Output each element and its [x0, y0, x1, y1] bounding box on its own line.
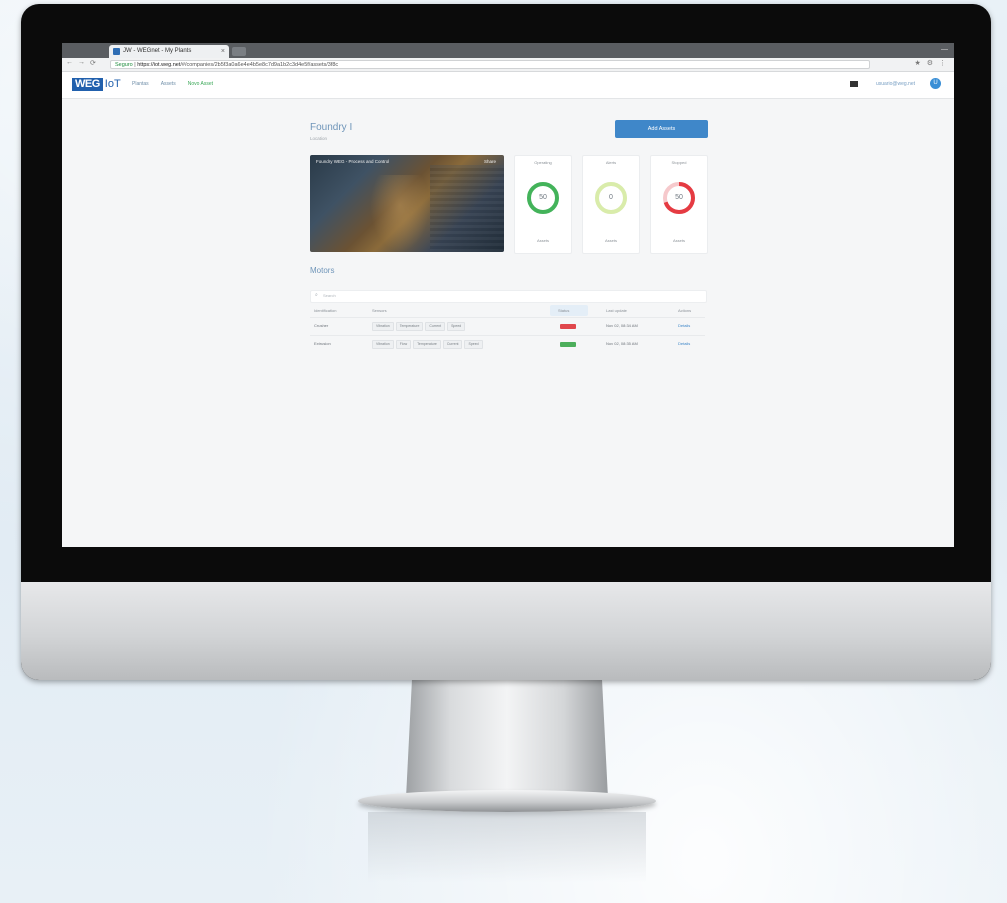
video-player[interactable]: Foundry WEG - Process and Control Share	[310, 155, 504, 252]
secure-label: Seguro	[115, 62, 133, 68]
page-subtitle: Location	[310, 136, 328, 141]
status-badge	[560, 324, 576, 329]
column-header[interactable]: Identification	[314, 308, 336, 313]
top-nav: Plantas Assets Novo Asset	[132, 81, 213, 87]
search-input[interactable]: ⌕ Search	[310, 290, 707, 303]
row-identification: Extrusion	[314, 341, 331, 346]
sensor-tag: Current	[425, 322, 446, 331]
video-caption: Foundry WEG - Process and Control	[316, 159, 390, 164]
logo-suffix: IoT	[104, 78, 121, 90]
nav-item-plants[interactable]: Plantas	[132, 81, 149, 87]
card-value: 50	[539, 194, 547, 201]
stand-reflection	[368, 812, 646, 882]
sensor-tag: Flow	[395, 340, 412, 349]
url-path: /#/companies/2b5f3a0a6e4e4b5e8c7d9a1b2c3…	[180, 62, 339, 68]
avatar[interactable]: U	[930, 78, 941, 89]
browser-address-bar: ← → ⟳ Seguro | https://iot.weg.net/#/com…	[62, 58, 954, 72]
username[interactable]: usuario@weg.net	[876, 81, 915, 87]
stat-card-operating[interactable]: Operating 50 Assets	[514, 155, 572, 254]
card-footer: Assets	[604, 238, 617, 243]
url-input[interactable]: Seguro | https://iot.weg.net/#/companies…	[110, 60, 870, 69]
sensor-tag: Speed	[464, 340, 483, 349]
card-footer: Assets	[536, 238, 549, 243]
sensor-tag: Speed	[447, 322, 466, 331]
details-link[interactable]: Details	[678, 323, 690, 328]
section-title-motors: Motors	[310, 266, 335, 275]
video-frame-structure	[430, 165, 504, 252]
search-icon: ⌕	[315, 292, 318, 298]
details-link[interactable]: Details	[678, 341, 690, 346]
card-title: Alerts	[605, 160, 617, 165]
back-icon[interactable]: ←	[66, 59, 73, 66]
url-domain: https://iot.weg.net	[137, 62, 181, 68]
column-header[interactable]: Sensors	[372, 308, 387, 313]
row-last-update: Nov 02, 08:35 AM	[606, 341, 638, 346]
video-frame-light	[370, 175, 430, 252]
logo-mark: WEG	[72, 78, 103, 91]
logo[interactable]: WEG IoT	[72, 78, 121, 91]
reload-icon[interactable]: ⟳	[90, 59, 96, 67]
card-value: 0	[609, 194, 613, 201]
row-sensor-tags: Vibration Flow Temperature Current Speed	[372, 340, 483, 349]
card-title: Operating	[534, 160, 552, 165]
column-header[interactable]: Actions	[678, 308, 691, 313]
row-last-update: Nov 02, 08:34 AM	[606, 323, 638, 328]
nav-item-new-asset[interactable]: Novo Asset	[188, 81, 213, 87]
sensor-tag: Current	[442, 340, 463, 349]
language-flag-icon[interactable]	[850, 81, 858, 87]
tab-title: JW - WEGnet - My Plants	[123, 48, 192, 54]
stat-card-stopped[interactable]: Stopped 50 Assets	[650, 155, 708, 254]
column-header[interactable]: Last update	[606, 308, 627, 313]
stat-card-alerts[interactable]: Alerts 0 Assets	[582, 155, 640, 254]
browser-tab[interactable]: JW - WEGnet - My Plants ×	[109, 45, 229, 58]
app-header: WEG IoT Plantas Assets Novo Asset usuari…	[62, 72, 954, 99]
table-row[interactable]: Extrusion Vibration Flow Temperature Cur…	[310, 335, 705, 353]
sensor-tag: Vibration	[372, 322, 394, 331]
search-placeholder: Search	[323, 293, 336, 298]
status-badge	[560, 342, 576, 347]
card-value: 50	[675, 194, 683, 201]
card-footer: Assets	[672, 238, 685, 243]
browser-toolbar-icons[interactable]: ★ ⚙ ⋮	[915, 59, 948, 67]
row-identification: Crusher	[314, 323, 329, 328]
tab-close-icon[interactable]: ×	[221, 45, 225, 58]
card-title: Stopped	[671, 160, 687, 165]
row-sensor-tags: Vibration Temperature Current Speed	[372, 322, 466, 331]
nav-item-assets[interactable]: Assets	[161, 81, 176, 87]
sensor-tag: Temperature	[413, 340, 441, 349]
window-minimize-button[interactable]: —	[941, 46, 948, 53]
browser-tab-bar: JW - WEGnet - My Plants × —	[62, 43, 954, 58]
monitor-stand-base	[358, 790, 656, 812]
new-tab-button[interactable]	[232, 47, 246, 56]
page-title: Foundry I	[310, 122, 353, 133]
monitor: JW - WEGnet - My Plants × — ← → ⟳ Seguro…	[21, 4, 991, 680]
add-assets-button[interactable]: Add Assets	[615, 120, 708, 138]
favicon-icon	[113, 48, 120, 55]
screen: JW - WEGnet - My Plants × — ← → ⟳ Seguro…	[62, 43, 954, 547]
table-row[interactable]: Crusher Vibration Temperature Current Sp…	[310, 317, 705, 335]
sensor-tag: Vibration	[372, 340, 394, 349]
monitor-stand	[406, 678, 608, 798]
column-header[interactable]: Status	[558, 308, 569, 313]
sensor-tag: Temperature	[395, 322, 424, 331]
forward-icon[interactable]: →	[78, 59, 85, 66]
video-share-button[interactable]: Share	[484, 159, 496, 164]
monitor-chin	[21, 582, 991, 680]
